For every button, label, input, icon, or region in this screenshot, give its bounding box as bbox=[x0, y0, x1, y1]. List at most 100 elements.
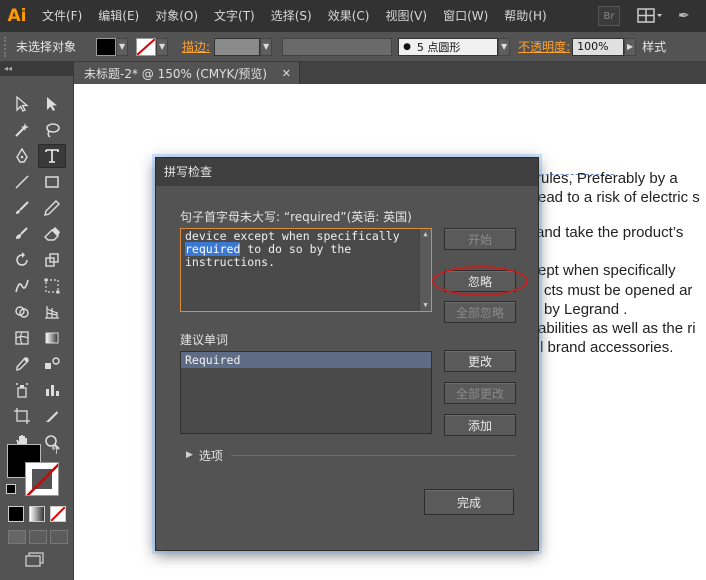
line-segment-icon bbox=[15, 175, 29, 189]
change-button[interactable]: 更改 bbox=[444, 350, 516, 372]
eyedropper-icon bbox=[16, 356, 29, 371]
suggestions-list[interactable]: Required bbox=[180, 351, 432, 434]
slice-knife-icon bbox=[46, 411, 58, 422]
type-tool[interactable] bbox=[38, 144, 66, 168]
control-bar: 未选择对象 ▼ ▼ 描边: ▼ ● 5 点圆形 ▼ 不透明度: 100% ▶ 样… bbox=[0, 32, 706, 62]
bridge-button[interactable]: Br bbox=[598, 6, 620, 26]
default-fill-stroke-icon[interactable] bbox=[6, 484, 16, 494]
eraser-tool[interactable] bbox=[38, 222, 66, 246]
suggestion-item[interactable]: Required bbox=[181, 352, 431, 368]
draw-normal-button[interactable] bbox=[8, 530, 26, 544]
context-text-area[interactable]: device except when specifically required… bbox=[180, 228, 432, 312]
menu-window[interactable]: 窗口(W) bbox=[435, 0, 496, 32]
shape-builder-tool[interactable] bbox=[8, 300, 36, 324]
document-text-line: cts must be opened ar bbox=[544, 282, 693, 299]
opacity-field[interactable]: 100% bbox=[572, 37, 625, 56]
start-button[interactable]: 开始 bbox=[444, 228, 516, 250]
stroke-weight-field[interactable] bbox=[214, 37, 261, 56]
menu-view[interactable]: 视图(V) bbox=[377, 0, 435, 32]
pen-tool[interactable] bbox=[8, 144, 36, 168]
tools-panel-header[interactable]: ◂◂ bbox=[0, 62, 73, 76]
scroll-down-icon[interactable]: ▼ bbox=[420, 300, 431, 311]
screen-mode-button[interactable] bbox=[24, 552, 46, 568]
context-scrollbar[interactable]: ▲ ▼ bbox=[419, 229, 431, 311]
stroke-link[interactable]: 描边: bbox=[182, 38, 210, 55]
draw-behind-button[interactable] bbox=[29, 530, 47, 544]
stroke-dropdown[interactable]: ▼ bbox=[156, 37, 169, 56]
blob-brush-tool[interactable] bbox=[8, 222, 36, 246]
menu-help[interactable]: 帮助(H) bbox=[496, 0, 554, 32]
mesh-tool[interactable] bbox=[8, 326, 36, 350]
add-button[interactable]: 添加 bbox=[444, 414, 516, 436]
column-graph-tool[interactable] bbox=[38, 378, 66, 402]
done-button[interactable]: 完成 bbox=[424, 489, 514, 515]
ignore-all-button-label: 全部忽略 bbox=[455, 305, 504, 320]
gradient-mode-button[interactable] bbox=[29, 506, 45, 522]
selection-status: 未选择对象 bbox=[16, 40, 77, 54]
brush-definition-field[interactable]: ● 5 点圆形 bbox=[398, 37, 499, 56]
misspelled-word-highlight: required bbox=[185, 242, 241, 256]
menu-edit[interactable]: 编辑(E) bbox=[90, 0, 147, 32]
eyedropper-tool[interactable] bbox=[8, 352, 36, 376]
no-stroke-icon bbox=[137, 38, 156, 55]
lasso-tool[interactable] bbox=[38, 118, 66, 142]
rectangle-tool[interactable] bbox=[38, 170, 66, 194]
options-disclosure[interactable]: ▶ 选项 bbox=[186, 446, 516, 464]
artboard-tool[interactable] bbox=[8, 404, 36, 428]
document-text-line: ept when specifically bbox=[538, 262, 676, 279]
stroke-weight-dropdown[interactable]: ▼ bbox=[260, 37, 273, 56]
arrange-documents-button[interactable] bbox=[634, 6, 666, 26]
fill-swatch[interactable] bbox=[96, 37, 117, 56]
none-mode-button[interactable] bbox=[50, 506, 66, 522]
close-tab-icon[interactable]: ✕ bbox=[282, 67, 291, 80]
panel-grip[interactable] bbox=[4, 36, 10, 57]
variable-width-field[interactable] bbox=[282, 37, 393, 56]
scroll-up-icon[interactable]: ▲ bbox=[420, 229, 431, 240]
rotate-tool[interactable] bbox=[8, 248, 36, 272]
free-transform-tool[interactable] bbox=[38, 274, 66, 298]
change-all-button[interactable]: 全部更改 bbox=[444, 382, 516, 404]
menu-select[interactable]: 选择(S) bbox=[263, 0, 320, 32]
blend-tool[interactable] bbox=[38, 352, 66, 376]
options-divider bbox=[230, 454, 516, 456]
color-mode-button[interactable] bbox=[8, 506, 24, 522]
rotate-icon bbox=[16, 252, 28, 266]
document-tab[interactable]: 未标题-2* @ 150% (CMYK/预览) ✕ bbox=[74, 62, 300, 84]
symbol-sprayer-tool[interactable] bbox=[8, 378, 36, 402]
opacity-dropdown[interactable]: ▶ bbox=[624, 37, 637, 56]
dialog-title-bar[interactable]: 拼写检查 bbox=[156, 158, 538, 186]
selection-tool[interactable] bbox=[8, 92, 36, 116]
line-segment-tool[interactable] bbox=[8, 170, 36, 194]
free-transform-icon bbox=[44, 278, 60, 294]
stroke-color-box[interactable] bbox=[25, 462, 59, 496]
symbol-sprayer-icon bbox=[16, 383, 28, 398]
add-button-label: 添加 bbox=[467, 418, 492, 433]
opacity-link[interactable]: 不透明度: bbox=[518, 38, 570, 55]
document-text-line: and take the product’s bbox=[536, 224, 684, 241]
menu-object[interactable]: 对象(O) bbox=[147, 0, 206, 32]
pen-nib-icon bbox=[16, 147, 28, 163]
warp-tool[interactable] bbox=[8, 274, 36, 298]
style-label: 样式 bbox=[642, 40, 667, 54]
scale-tool[interactable] bbox=[38, 248, 66, 272]
menu-effect[interactable]: 效果(C) bbox=[320, 0, 378, 32]
gradient-tool[interactable] bbox=[38, 326, 66, 350]
menu-type[interactable]: 文字(T) bbox=[206, 0, 263, 32]
blend-icon bbox=[45, 357, 60, 369]
pencil-tool[interactable] bbox=[38, 196, 66, 220]
suggestions-label: 建议单词 bbox=[180, 333, 229, 347]
paintbrush-tool[interactable] bbox=[8, 196, 36, 220]
brush-dropdown[interactable]: ▼ bbox=[498, 37, 511, 56]
direct-selection-tool[interactable] bbox=[38, 92, 66, 116]
swap-fill-stroke-icon[interactable]: ↰ bbox=[50, 444, 59, 457]
fill-dropdown[interactable]: ▼ bbox=[116, 37, 129, 56]
blob-brush-icon bbox=[16, 227, 28, 239]
magic-wand-tool[interactable] bbox=[8, 118, 36, 142]
ignore-all-button[interactable]: 全部忽略 bbox=[444, 301, 516, 323]
warp-icon bbox=[15, 279, 29, 293]
stroke-swatch[interactable] bbox=[136, 37, 157, 56]
slice-tool[interactable] bbox=[38, 404, 66, 428]
perspective-grid-tool[interactable] bbox=[38, 300, 66, 324]
menu-file[interactable]: 文件(F) bbox=[34, 0, 90, 32]
draw-inside-button[interactable] bbox=[50, 530, 68, 544]
